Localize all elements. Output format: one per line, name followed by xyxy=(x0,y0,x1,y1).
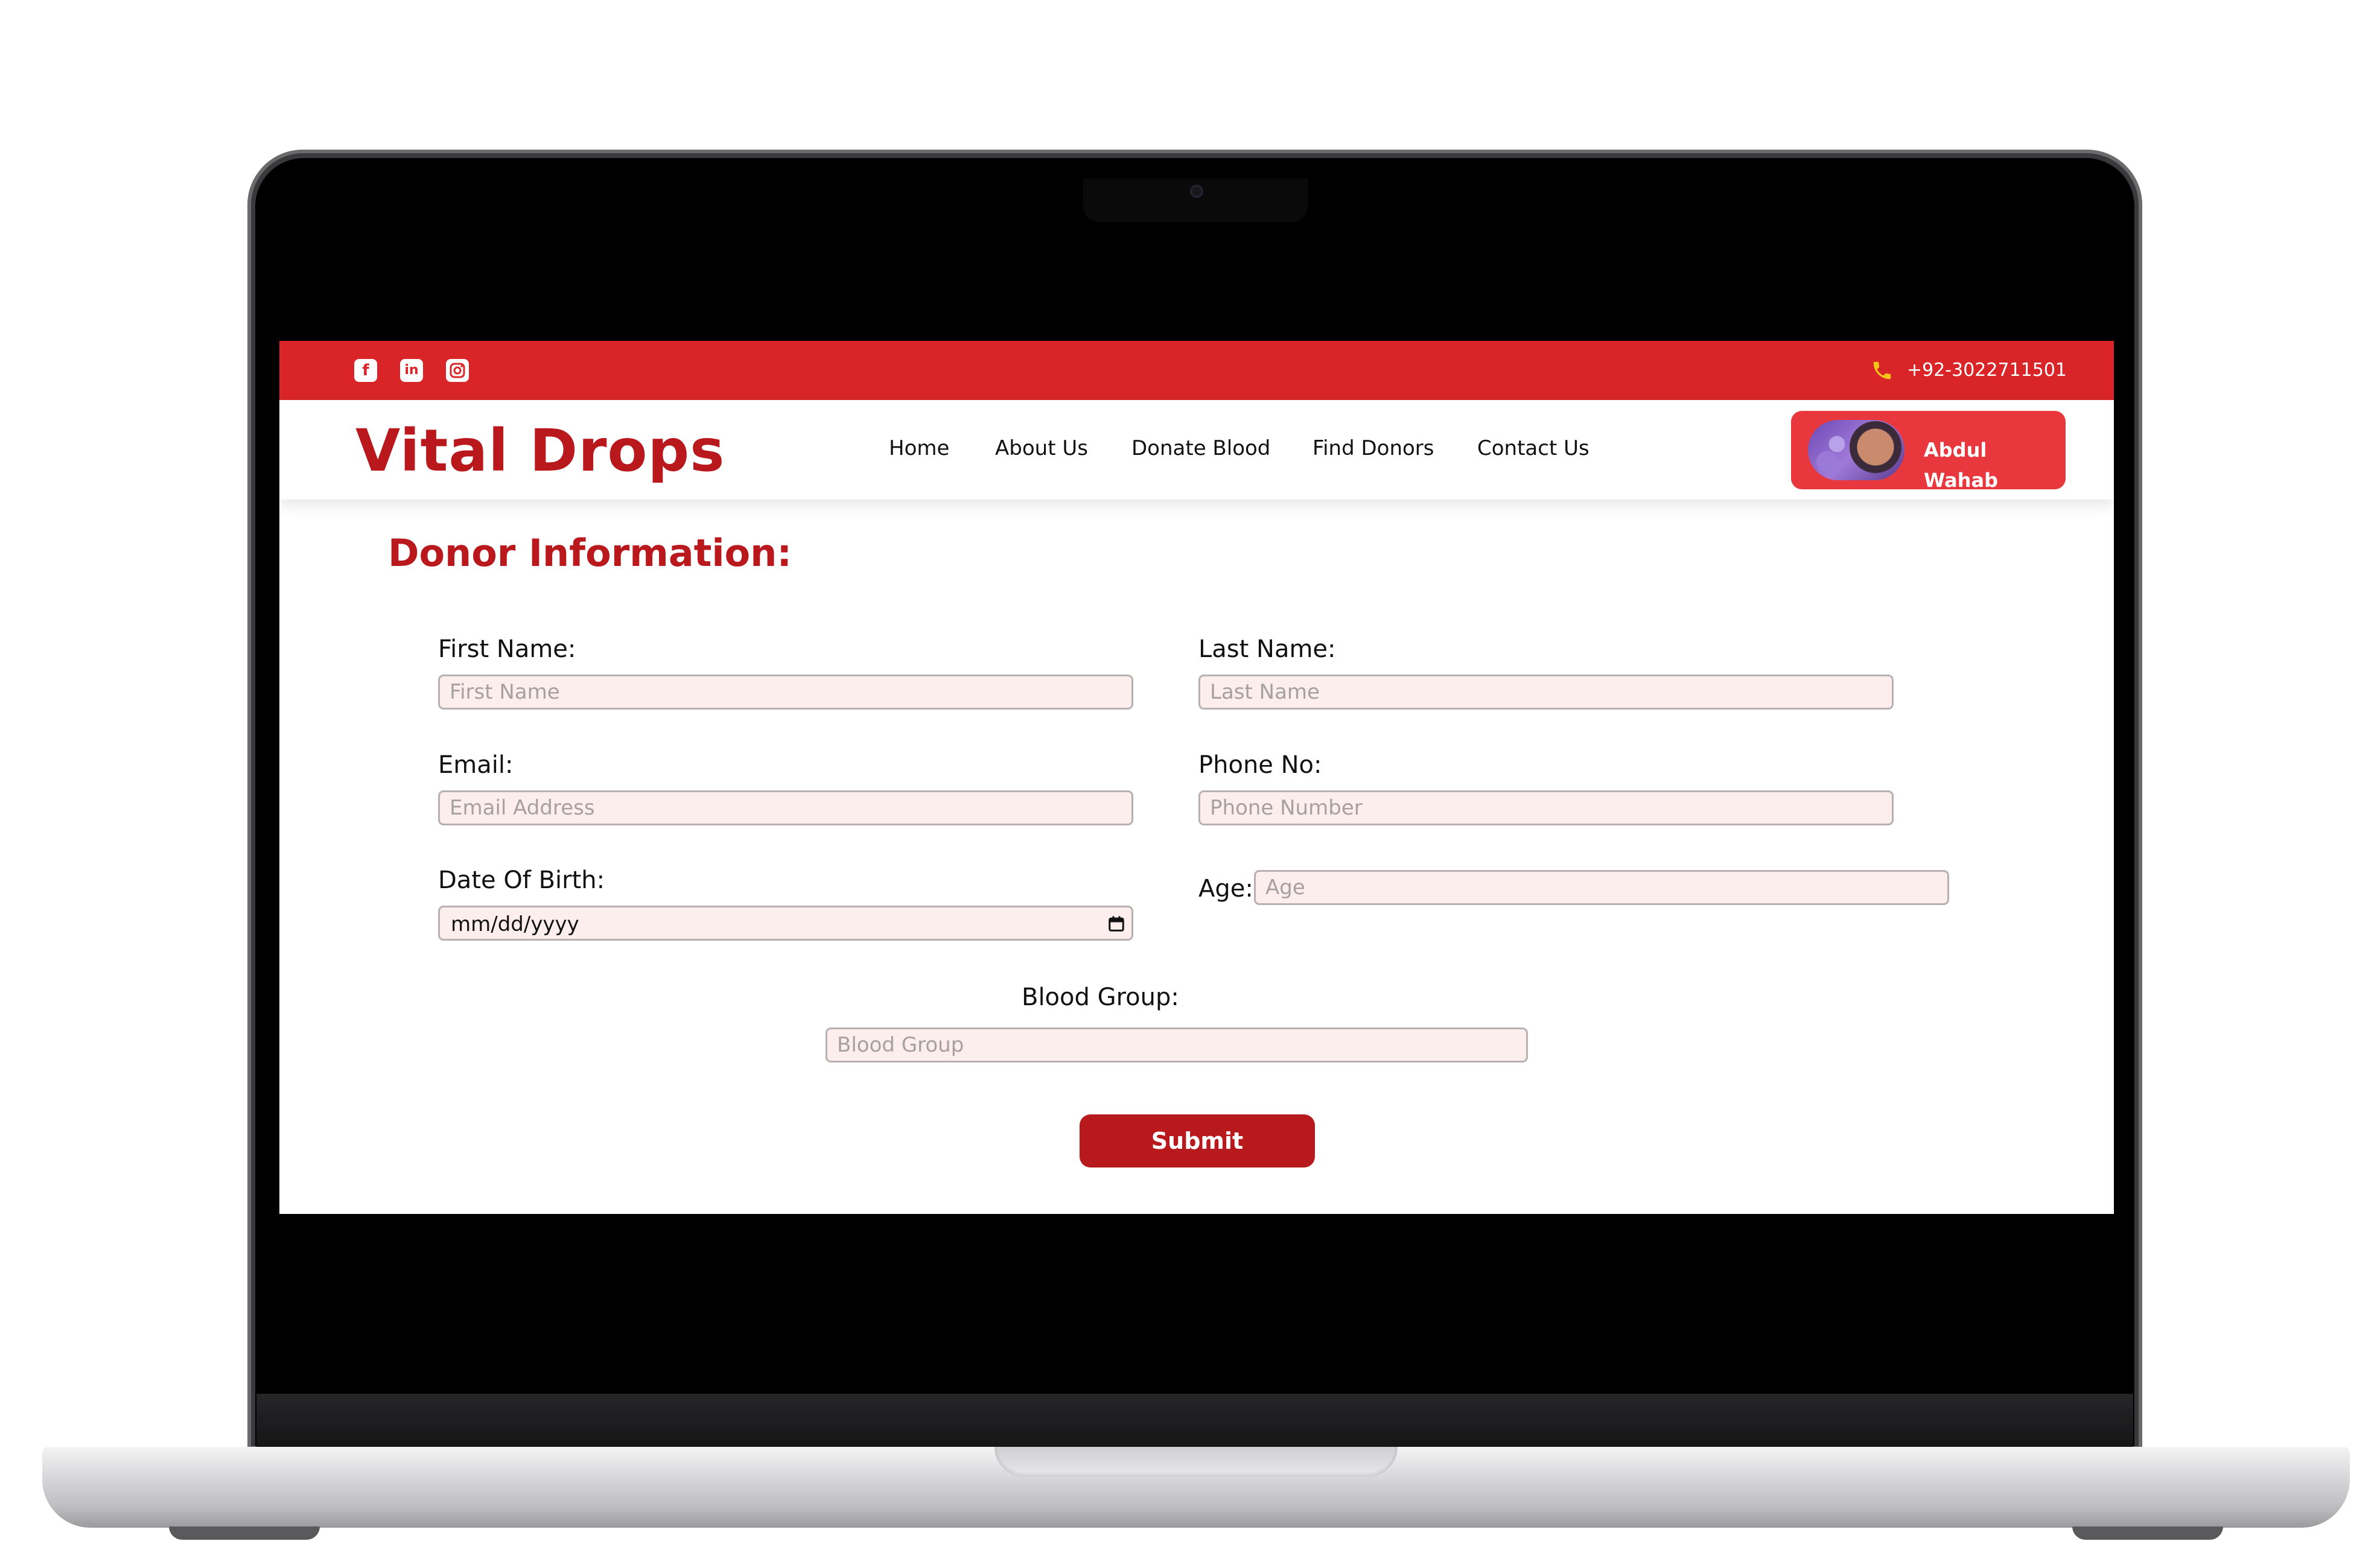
submit-button[interactable]: Submit xyxy=(1080,1114,1315,1167)
first-name-label: First Name: xyxy=(438,635,576,663)
facebook-icon[interactable]: f xyxy=(354,359,377,382)
camera-icon xyxy=(1190,185,1203,198)
site-logo[interactable]: Vital Drops xyxy=(355,415,725,487)
nav-donate-blood[interactable]: Donate Blood xyxy=(1131,434,1270,463)
phone-label: Phone No: xyxy=(1198,751,1322,779)
blood-group-input[interactable] xyxy=(826,1028,1528,1063)
linkedin-icon[interactable]: in xyxy=(400,359,423,382)
top-bar: f in +92-3022711501 xyxy=(279,341,2114,400)
blood-group-label: Blood Group: xyxy=(1022,983,1179,1011)
nav-contact-us[interactable]: Contact Us xyxy=(1477,434,1589,463)
last-name-input[interactable] xyxy=(1198,675,1894,710)
laptop-foot-right xyxy=(2072,1526,2223,1540)
web-page: f in +92-3022711501 Vital Drops Home Abo… xyxy=(279,341,2114,1214)
dob-input[interactable]: mm/dd/yyyy xyxy=(438,906,1133,941)
dob-value: mm/dd/yyyy xyxy=(451,912,579,936)
form-title: Donor Information: xyxy=(388,531,792,575)
phone-input[interactable] xyxy=(1198,790,1894,825)
first-name-input[interactable] xyxy=(438,675,1133,710)
user-name: Abdul Wahab xyxy=(1924,439,1999,492)
calendar-icon[interactable] xyxy=(1107,915,1125,933)
age-input[interactable] xyxy=(1254,870,1949,905)
laptop-hinge xyxy=(256,1394,2133,1449)
dob-label: Date Of Birth: xyxy=(438,866,605,894)
avatar xyxy=(1808,420,1904,480)
instagram-icon[interactable] xyxy=(446,359,469,382)
nav-about-us[interactable]: About Us xyxy=(995,434,1088,463)
navbar: Vital Drops Home About Us Donate Blood F… xyxy=(279,400,2114,500)
trackpad-notch xyxy=(994,1447,1398,1477)
email-label: Email: xyxy=(438,751,514,779)
last-name-label: Last Name: xyxy=(1198,635,1336,663)
user-profile-button[interactable]: Abdul Wahab xyxy=(1791,411,2066,492)
nav-home[interactable]: Home xyxy=(889,434,949,463)
phone-icon xyxy=(1873,361,1891,380)
age-label: Age: xyxy=(1198,875,1253,903)
email-input[interactable] xyxy=(438,790,1133,825)
nav-find-donors[interactable]: Find Donors xyxy=(1312,434,1434,463)
laptop-foot-left xyxy=(169,1526,320,1540)
phone-number: +92-3022711501 xyxy=(1907,360,2067,381)
